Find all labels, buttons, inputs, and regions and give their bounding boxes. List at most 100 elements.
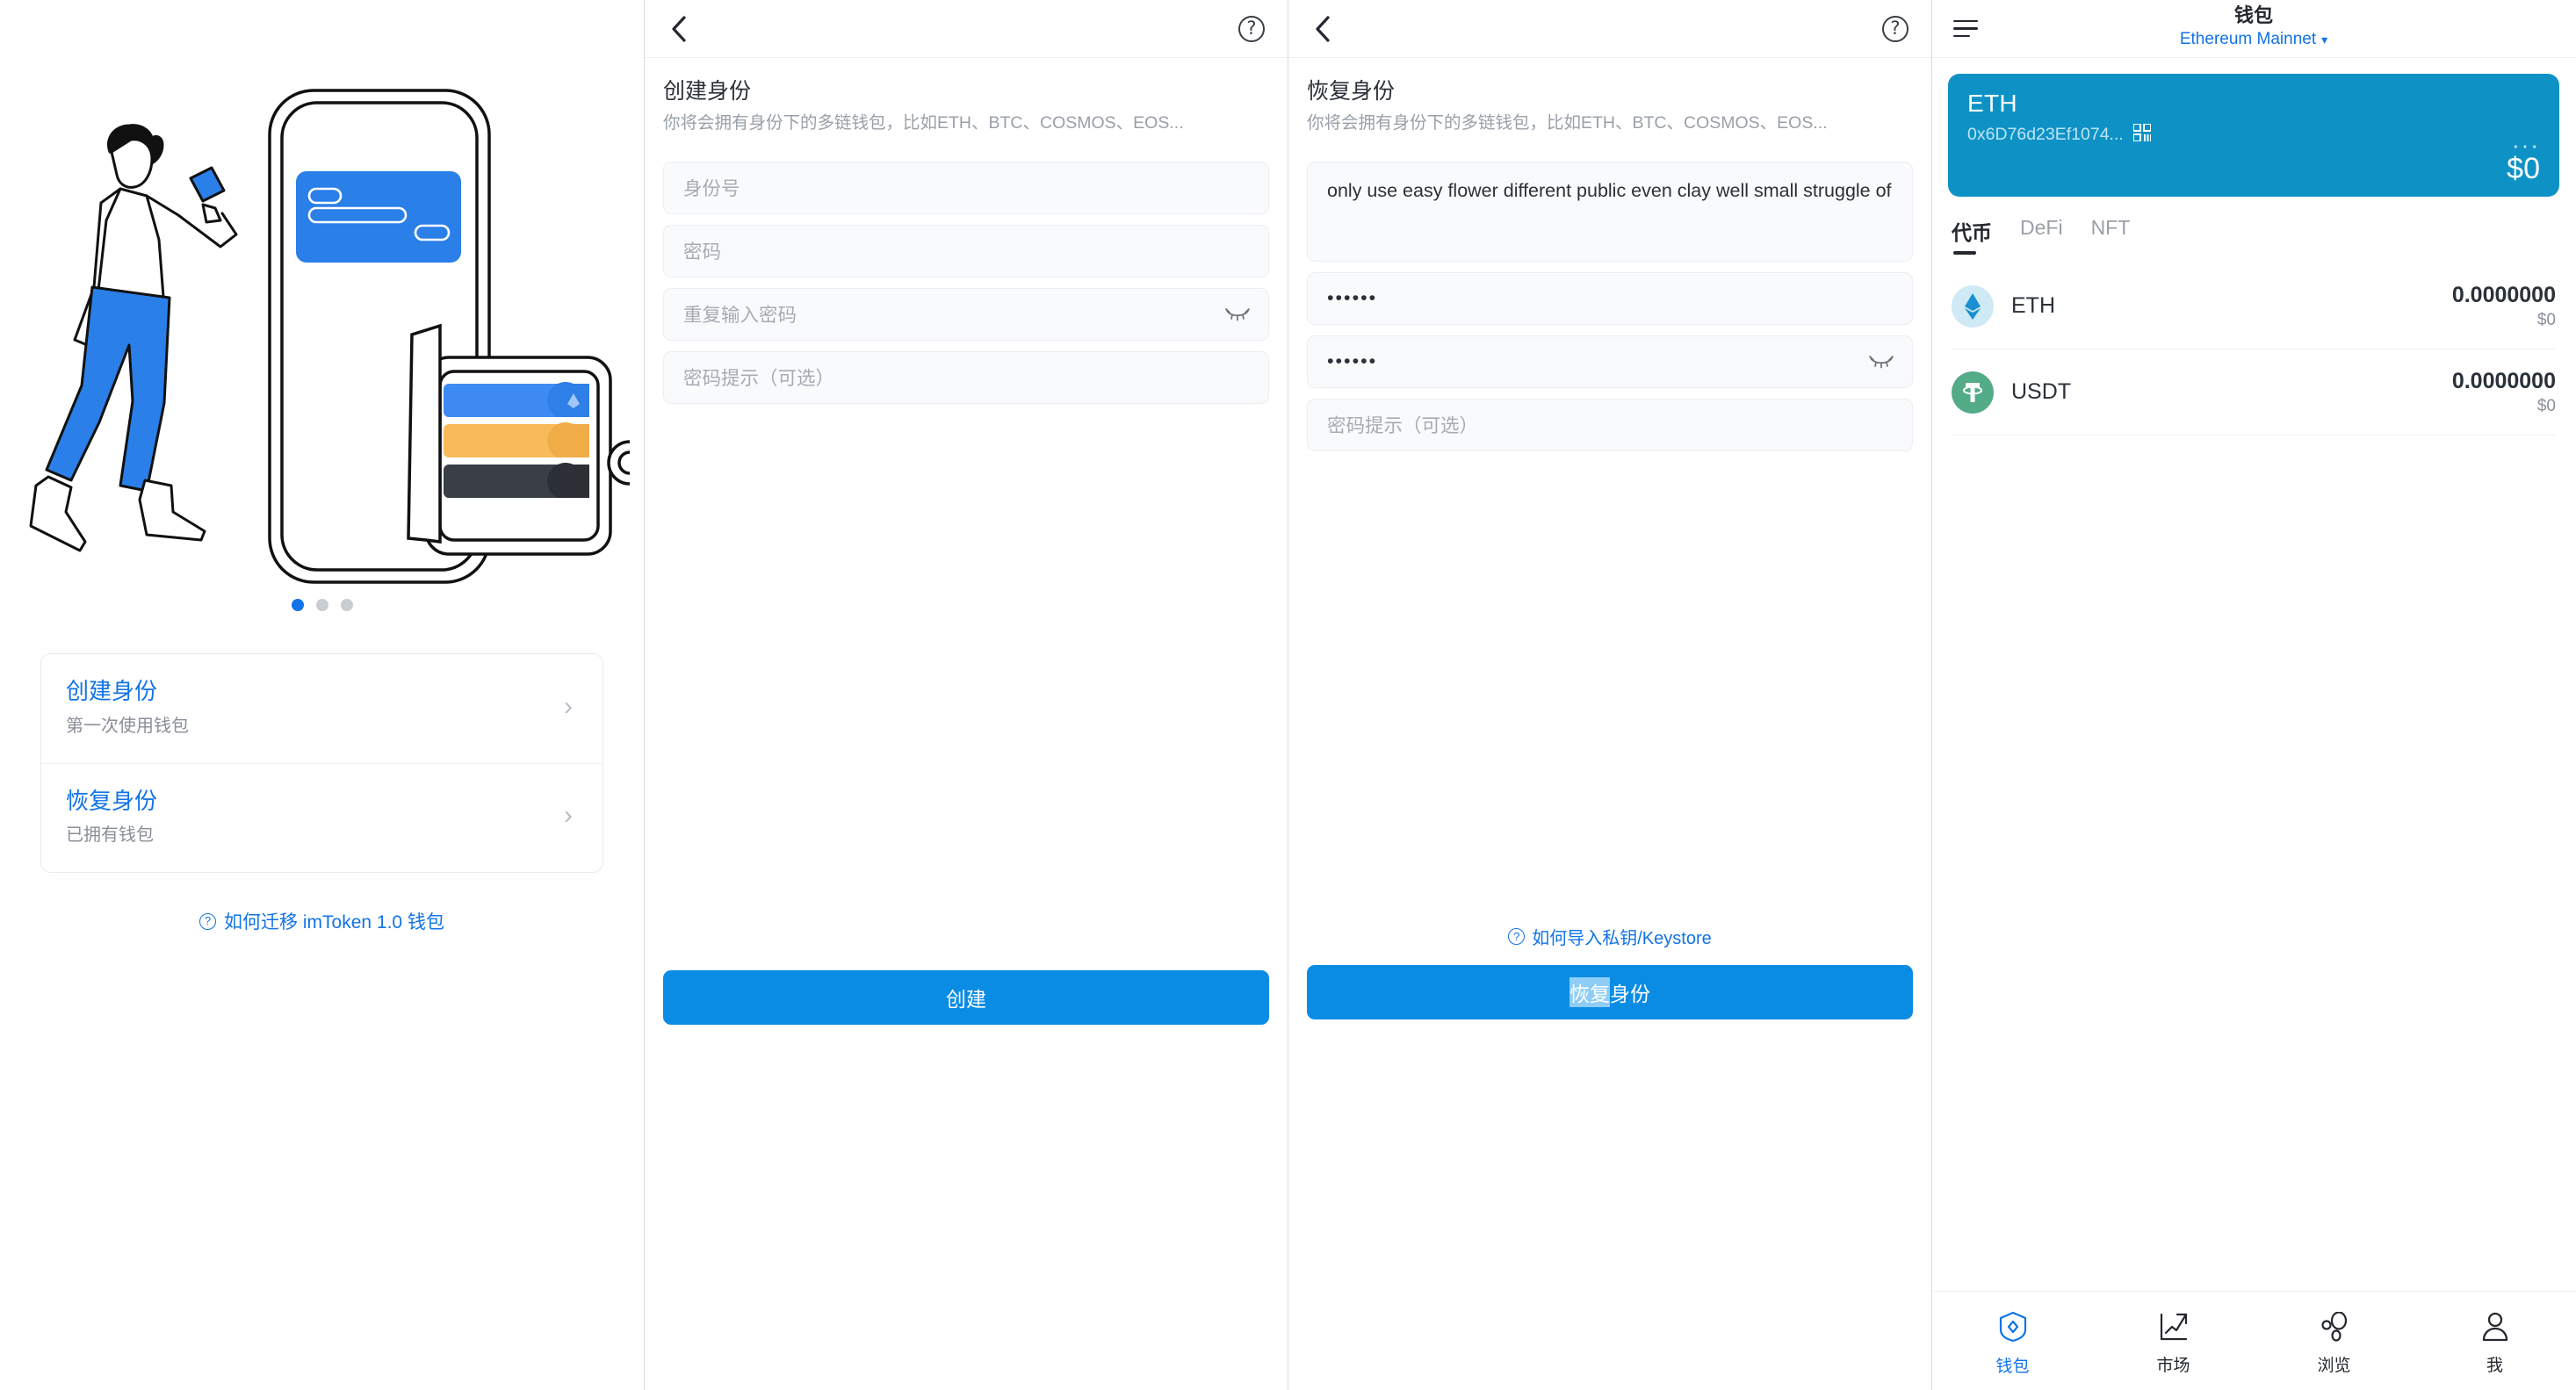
qr-code-icon[interactable] [2132, 123, 2152, 146]
wallet-topbar: 钱包 Ethereum Mainnet ▾ [1932, 0, 2575, 58]
nav-item-market[interactable]: 市场 [2093, 1312, 2254, 1376]
create-identity-option[interactable]: 创建身份 第一次使用钱包 › [41, 654, 603, 763]
tab-defi[interactable]: DeFi [2020, 216, 2063, 255]
recover-identity-subtitle: 已拥有钱包 [66, 825, 154, 845]
mnemonic-field[interactable]: only use easy flower different public ev… [1307, 161, 1913, 262]
password-value: •••••• [1327, 287, 1378, 309]
token-amounts: 0.0000000 $0 [2452, 283, 2556, 330]
hamburger-icon[interactable] [1953, 19, 1980, 38]
nav-label-browse: 浏览 [2317, 1356, 2351, 1375]
create-form-body: 创建身份 你将会拥有身份下的多链钱包，比如ETH、BTC、COSMOS、EOS.… [645, 58, 1288, 404]
carousel-dot-2[interactable] [315, 599, 328, 611]
create-identity-title: 创建身份 [66, 678, 158, 704]
question-circle-icon: ? [1508, 928, 1526, 945]
password-field[interactable]: 密码 [663, 224, 1269, 277]
token-symbol: ETH [2011, 293, 2055, 318]
token-amount: 0.0000000 [2451, 368, 2556, 393]
recover-submit-label-selected: 恢复 [1569, 977, 1610, 1007]
create-submit-button[interactable]: 创建 [663, 970, 1269, 1025]
recover-page-title: 恢复身份 [1307, 79, 1396, 104]
recover-page-description: 你将会拥有身份下的多链钱包，比如ETH、BTC、COSMOS、EOS... [1307, 112, 1828, 133]
identity-id-field[interactable]: 身份号 [663, 161, 1269, 214]
recover-topbar: ? [1288, 0, 1931, 58]
password-repeat-value: •••••• [1327, 350, 1378, 372]
account-symbol: ETH [1967, 90, 2017, 117]
nav-label-wallet: 钱包 [1995, 1357, 2030, 1376]
password-hint-placeholder: 密码提示（可选） [1327, 415, 1479, 437]
eye-off-icon[interactable] [1868, 354, 1894, 370]
eye-off-icon[interactable] [1224, 306, 1251, 322]
bottom-navigation: 钱包 市场 浏览 我 [1932, 1291, 2575, 1390]
carousel-dot-3[interactable] [340, 599, 353, 611]
question-circle-icon: ? [199, 912, 217, 930]
usdt-token-icon [1952, 371, 1994, 414]
create-fields: 身份号 密码 重复输入密码 密码提示（可选） [663, 161, 1269, 404]
chevron-right-icon: › [564, 691, 573, 721]
password-repeat-field[interactable]: 重复输入密码 [663, 287, 1269, 341]
password-field[interactable]: •••••• [1307, 271, 1913, 325]
migrate-wallet-link[interactable]: ? 如何迁移 imToken 1.0 钱包 [0, 908, 644, 934]
create-page-title: 创建身份 [663, 79, 752, 104]
import-keystore-label: 如何导入私钥/Keystore [1532, 929, 1712, 948]
nav-label-profile: 我 [2486, 1356, 2503, 1375]
recover-identity-option[interactable]: 恢复身份 已拥有钱包 › [41, 762, 603, 873]
password-hint-field[interactable]: 密码提示（可选） [663, 350, 1269, 404]
token-usd-value: $0 [2536, 310, 2556, 329]
account-address: 0x6D76d23Ef1074... [1967, 125, 2124, 144]
multi-panel-screenshot: 创建身份 第一次使用钱包 › 恢复身份 已拥有钱包 › ? 如何迁移 imTok… [0, 0, 2576, 1390]
more-horizontal-icon[interactable]: ··· [2512, 133, 2540, 156]
question-circle-icon[interactable]: ? [1238, 15, 1265, 42]
password-placeholder: 密码 [683, 241, 722, 263]
recover-submit-label-rest: 身份 [1610, 983, 1650, 1005]
password-repeat-placeholder: 重复输入密码 [683, 305, 797, 327]
token-amounts: 0.0000000 $0 [2452, 369, 2556, 416]
browse-icon [2320, 1310, 2349, 1346]
network-selector[interactable]: Ethereum Mainnet ▾ [2180, 30, 2327, 49]
tab-tokens[interactable]: 代币 [1952, 216, 1992, 255]
chevron-right-icon: › [564, 801, 573, 831]
onboarding-panel: 创建身份 第一次使用钱包 › 恢复身份 已拥有钱包 › ? 如何迁移 imTok… [0, 0, 644, 1390]
table-row[interactable]: USDT 0.0000000 $0 [1952, 349, 2556, 436]
back-chevron-left-icon[interactable] [666, 15, 692, 42]
onboarding-choice-card: 创建身份 第一次使用钱包 › 恢复身份 已拥有钱包 › [40, 653, 603, 873]
nav-item-profile[interactable]: 我 [2414, 1312, 2575, 1376]
mnemonic-value: only use easy flower different public ev… [1327, 179, 1892, 201]
password-hint-placeholder: 密码提示（可选） [683, 368, 835, 390]
onboarding-illustration [0, 0, 644, 615]
table-row[interactable]: ETH 0.0000000 $0 [1952, 263, 2556, 349]
create-page-description: 你将会拥有身份下的多链钱包，比如ETH、BTC、COSMOS、EOS... [663, 112, 1184, 133]
recover-submit-button[interactable]: 恢复 身份 [1307, 965, 1913, 1019]
wallet-tabs: 代币 DeFi NFT [1932, 197, 2575, 255]
recover-fields: only use easy flower different public ev… [1307, 161, 1913, 451]
token-usd-value: $0 [2536, 396, 2556, 415]
carousel-dots[interactable] [0, 599, 644, 611]
wallet-title-group: 钱包 Ethereum Mainnet ▾ [1932, 4, 2575, 49]
back-chevron-left-icon[interactable] [1310, 15, 1336, 42]
create-identity-subtitle: 第一次使用钱包 [66, 716, 189, 736]
password-hint-field[interactable]: 密码提示（可选） [1307, 398, 1913, 451]
identity-id-placeholder: 身份号 [683, 178, 740, 200]
market-chart-icon [2159, 1312, 2189, 1346]
recover-form-body: 恢复身份 你将会拥有身份下的多链钱包，比如ETH、BTC、COSMOS、EOS.… [1288, 58, 1931, 451]
network-label: Ethereum Mainnet [2179, 29, 2317, 48]
tab-nft[interactable]: NFT [2091, 216, 2131, 255]
token-symbol: USDT [2011, 379, 2072, 404]
nav-item-wallet[interactable]: 钱包 [1932, 1311, 2093, 1377]
create-topbar: ? [645, 0, 1288, 58]
nav-item-browse[interactable]: 浏览 [2254, 1310, 2414, 1376]
account-address-row[interactable]: 0x6D76d23Ef1074... [1967, 123, 2540, 146]
password-repeat-field[interactable]: •••••• [1307, 335, 1913, 388]
question-circle-icon[interactable]: ? [1882, 15, 1909, 42]
create-identity-panel: ? 创建身份 你将会拥有身份下的多链钱包，比如ETH、BTC、COSMOS、EO… [644, 0, 1288, 1390]
token-list: ETH 0.0000000 $0 USDT 0.0000000 $0 [1952, 263, 2556, 436]
carousel-dot-1[interactable] [291, 599, 304, 611]
wallet-panel: 钱包 Ethereum Mainnet ▾ ETH 0x6D76d23Ef107… [1931, 0, 2575, 1390]
migrate-wallet-label: 如何迁移 imToken 1.0 钱包 [224, 912, 444, 933]
account-card[interactable]: ETH 0x6D76d23Ef1074... ··· $0 [1948, 74, 2559, 197]
import-keystore-link[interactable]: ? 如何导入私钥/Keystore [1288, 924, 1931, 949]
recover-identity-title: 恢复身份 [66, 787, 158, 814]
recover-identity-panel: ? 恢复身份 你将会拥有身份下的多链钱包，比如ETH、BTC、COSMOS、EO… [1288, 0, 1931, 1390]
eth-token-icon [1952, 284, 1994, 328]
chevron-down-icon: ▾ [2321, 32, 2328, 47]
profile-icon [2480, 1312, 2510, 1346]
